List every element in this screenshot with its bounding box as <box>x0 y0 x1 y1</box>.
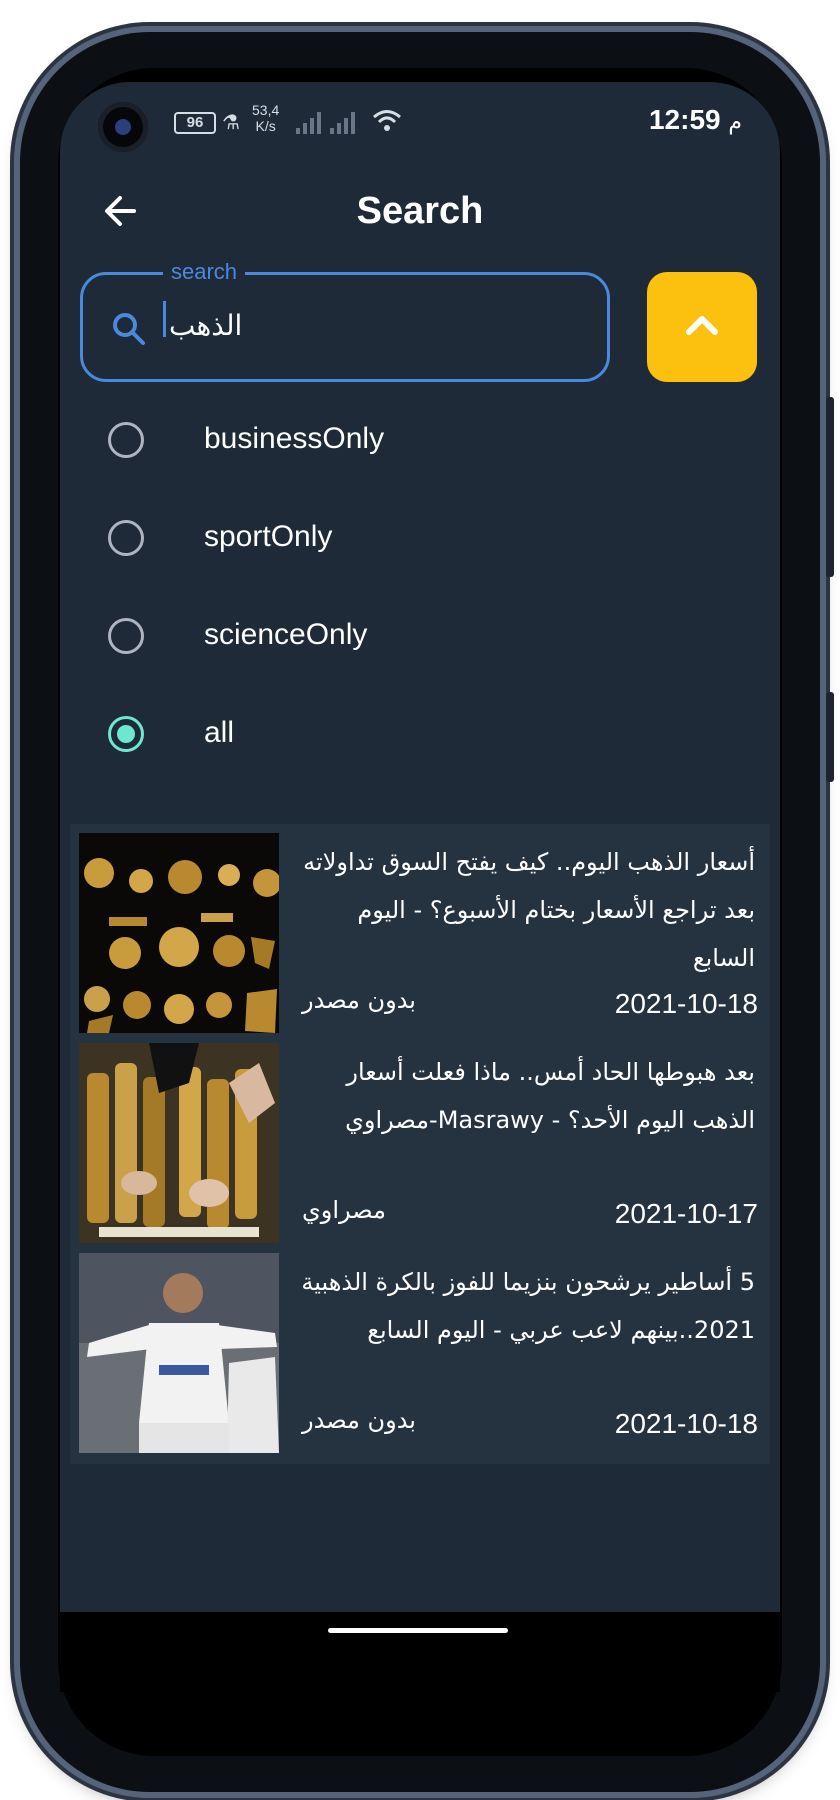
article-thumbnail <box>79 833 279 1033</box>
app-bar: Search <box>60 178 780 248</box>
search-input[interactable] <box>161 297 581 353</box>
article-date: 2021-10-18 <box>614 1408 758 1439</box>
article-card[interactable]: أسعار الذهب اليوم.. كيف يفتح السوق تداول… <box>70 824 770 1044</box>
time-suffix: م <box>728 110 742 135</box>
gold-bracelets-image <box>79 1043 279 1243</box>
radio-button-selected[interactable] <box>108 716 144 752</box>
network-speed-unit: K/s <box>255 118 276 134</box>
radio-button[interactable] <box>108 618 144 654</box>
article-card[interactable]: 5 أساطير يرشحون بنزيما للفوز بالكرة الذه… <box>70 1244 770 1464</box>
signal-icon <box>296 112 355 134</box>
network-speed: 53,4 K/s <box>252 102 279 134</box>
football-player-image <box>79 1253 279 1453</box>
article-title: أسعار الذهب اليوم.. كيف يفتح السوق تداول… <box>303 848 755 972</box>
article-source: بدون مصدر <box>302 1406 416 1434</box>
page-title: Search <box>356 190 484 232</box>
chevron-up-icon <box>686 316 718 335</box>
radio-button[interactable] <box>108 422 144 458</box>
search-label: search <box>163 259 246 285</box>
search-icon <box>109 309 149 349</box>
collapse-filters-button[interactable] <box>647 272 757 382</box>
article-card[interactable]: بعد هبوطها الحاد أمس.. ماذا فعلت أسعار ا… <box>70 1034 770 1254</box>
time-value: 12:59 <box>648 104 721 135</box>
search-field[interactable]: search <box>80 259 610 382</box>
status-time: م 12:59 <box>649 104 742 136</box>
home-indicator[interactable] <box>328 1628 508 1633</box>
article-title: بعد هبوطها الحاد أمس.. ماذا فعلت أسعار ا… <box>345 1058 755 1134</box>
app-screen: 96 ⚗ 53,4 K/s م 12:59 Search search الذه… <box>60 82 780 1692</box>
filter-option-all[interactable]: all <box>60 694 780 774</box>
front-camera <box>98 102 148 152</box>
article-source: مصراوي <box>302 1196 386 1224</box>
article-thumbnail <box>79 1253 279 1453</box>
battery-indicator: 96 <box>174 112 216 134</box>
filter-option-business[interactable]: businessOnly <box>60 400 780 480</box>
article-title: 5 أساطير يرشحون بنزيما للفوز بالكرة الذه… <box>301 1268 755 1344</box>
power-button <box>826 692 834 782</box>
filter-option-label: all <box>204 716 235 749</box>
article-source: بدون مصدر <box>302 986 416 1014</box>
article-thumbnail <box>79 1043 279 1243</box>
lab-icon: ⚗ <box>222 112 240 134</box>
filter-option-label: scienceOnly <box>204 618 368 651</box>
filter-option-label: businessOnly <box>204 422 385 455</box>
status-bar: 96 ⚗ 53,4 K/s م 12:59 <box>60 82 780 162</box>
article-date: 2021-10-17 <box>614 1198 758 1229</box>
gold-coins-image <box>79 833 279 1033</box>
radio-button[interactable] <box>108 520 144 556</box>
filter-option-science[interactable]: scienceOnly <box>60 596 780 676</box>
volume-button <box>826 397 834 577</box>
filter-option-label: sportOnly <box>204 520 333 553</box>
network-speed-value: 53,4 <box>252 102 280 118</box>
navigation-bar <box>60 1612 780 1692</box>
article-date: 2021-10-18 <box>614 988 758 1019</box>
filter-option-sport[interactable]: sportOnly <box>60 498 780 578</box>
wifi-icon <box>372 108 402 141</box>
